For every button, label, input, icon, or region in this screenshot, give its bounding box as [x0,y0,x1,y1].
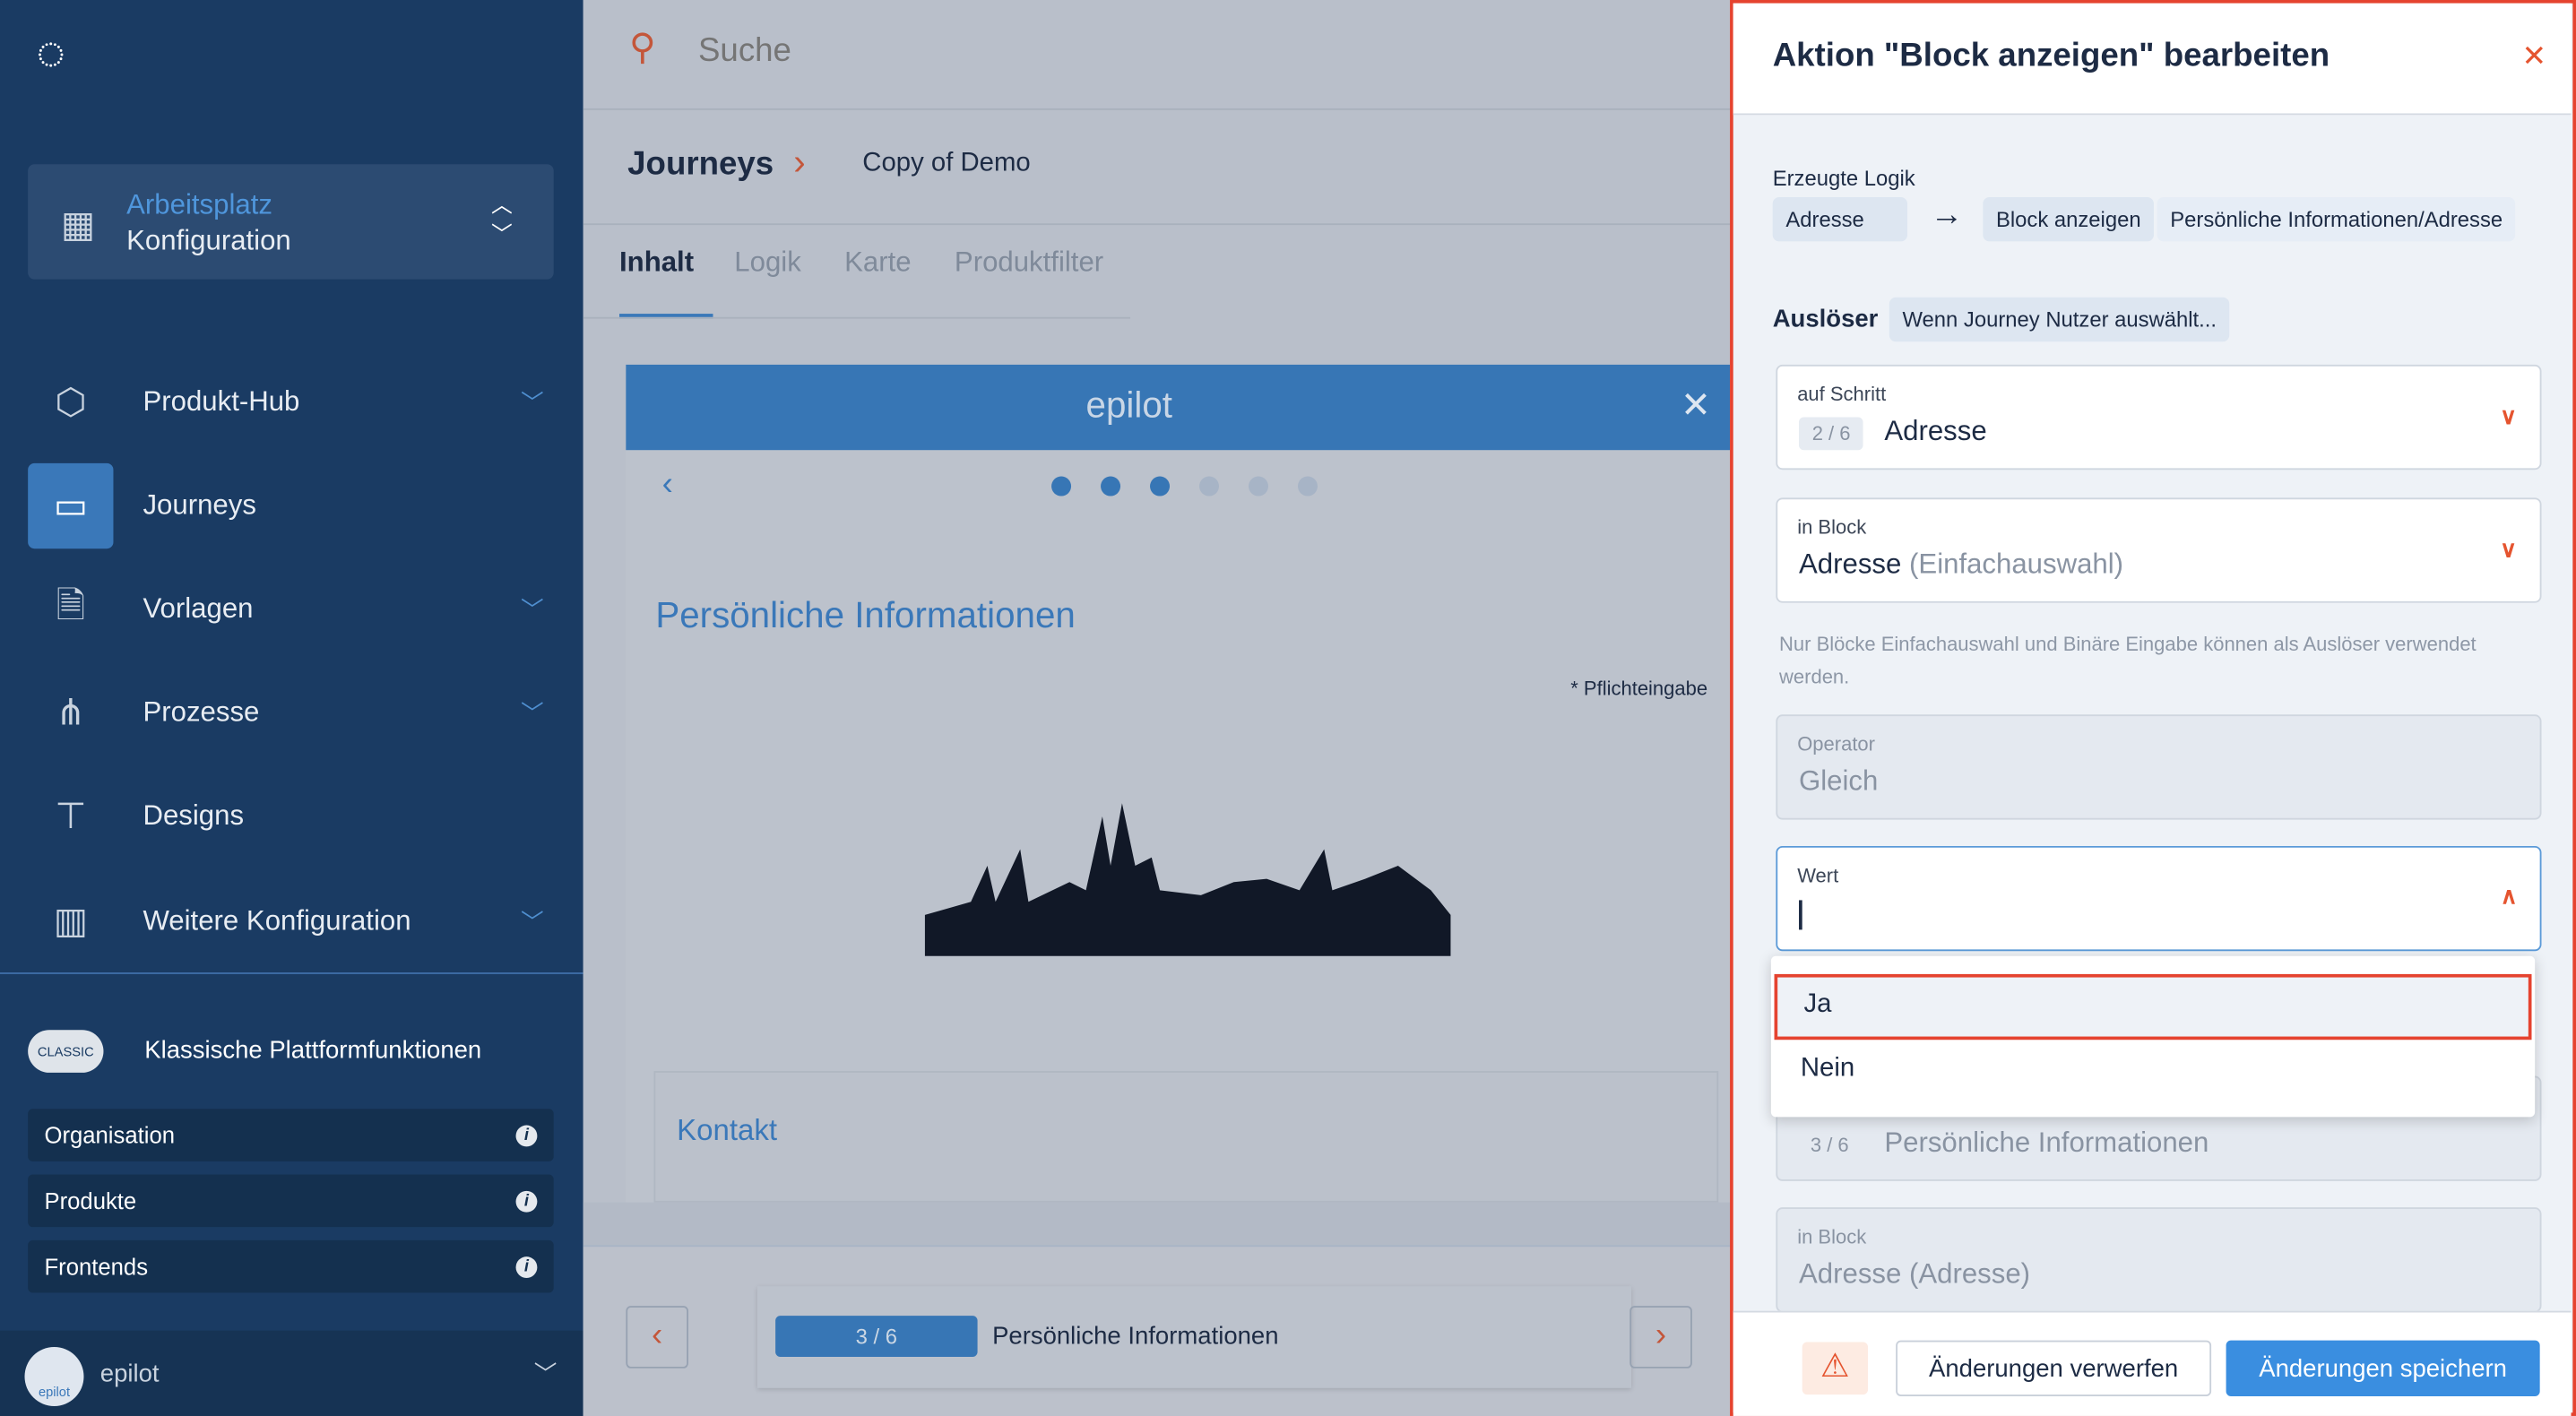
option-nein[interactable]: Nein [1801,1055,1854,1084]
sidebar-item-prozesse[interactable]: ⋔ Prozesse ﹀ [28,670,554,755]
trigger-label: Auslöser [1772,305,1879,334]
chevron-down-icon[interactable]: ﹀ [521,593,544,626]
stepper-bar: ‹ 3 / 6 Persönliche Informationen › [583,1245,1731,1416]
step-dot[interactable] [1150,476,1171,496]
sidebar-item-label: Vorlagen [143,592,254,625]
workspace-subtitle: Konfiguration [126,225,291,256]
block-select[interactable]: in Block Adresse (Einfachauswahl) ∨ [1776,497,2542,603]
journey-preview: epilot ✕ ‹ Persönliche Informationen * P… [626,364,1731,1203]
save-button[interactable]: Änderungen speichern [2226,1340,2540,1396]
chevron-down-icon[interactable]: ﹀ [521,696,544,730]
required-note: * Pflichteingabe [1570,677,1708,700]
sidebar-item-vorlagen[interactable]: 🗎 Vorlagen ﹀ [28,566,554,652]
logic-target-chip: Persönliche Informationen/Adresse [2157,196,2516,242]
section-heading: Kontakt [677,1113,778,1147]
journey-icon: ▭ [28,462,114,549]
step-dot[interactable] [1199,476,1220,496]
file-clip-icon: 🗎 [56,584,86,626]
workspace-switcher[interactable]: ▦ Arbeitsplatz Konfiguration ︿ ﹀ [28,164,554,280]
sidebar-item-label: Journeys [143,489,256,522]
step-dot[interactable] [1249,476,1268,496]
dashboard-icon: ▦ [60,203,95,246]
tab-inhalt[interactable]: Inhalt [619,246,713,319]
sidebar-item-journeys[interactable]: ▭ Journeys [28,462,554,549]
divider [0,972,583,974]
epilot-logo: epilot [1085,384,1172,426]
step-dot[interactable] [1101,476,1121,496]
chevron-down-icon: ∨ [2500,535,2518,562]
warning-icon: ⚠ [1802,1342,1869,1395]
skyline-image [924,803,1451,956]
option-ja[interactable]: Ja [1774,973,2532,1040]
close-icon[interactable]: ✕ [2522,39,2547,73]
arrow-right-icon: → [1930,196,1964,234]
paint-roller-icon: ⊤ [55,795,87,836]
sidebar-item-weitere-konfiguration[interactable]: ▥ Weitere Konfiguration ﹀ [28,879,554,964]
chevron-up-icon: ∨ [2500,885,2518,912]
breadcrumb-current: Copy of Demo [862,149,1031,177]
search-icon: ⚲ [629,26,656,68]
sidebar-item-label: Weitere Konfiguration [143,904,411,937]
next-step-button[interactable]: › [1629,1306,1692,1369]
sidebar-item-label: Designs [143,799,245,832]
step-label: Persönliche Informationen [992,1322,1279,1351]
sidebar-item-label: Produkt-Hub [143,385,300,418]
text-cursor [1799,900,1802,930]
classic-badge: CLASSIC [28,1030,104,1073]
classic-item-produkte[interactable]: Produkte i [28,1174,554,1228]
building-icon: ▥ [53,900,88,942]
edit-action-panel: Aktion "Block anzeigen" bearbeiten ✕ Erz… [1730,0,2576,1416]
logic-source-chip: Adresse [1772,196,1907,242]
cube-icon: ⬡ [55,381,87,423]
avatar: epilot [24,1346,84,1406]
info-icon[interactable]: i [515,1124,538,1146]
hierarchy-icon: ⋔ [55,691,86,733]
classic-title: Klassische Plattformfunktionen [144,1036,482,1065]
user-name: epilot [99,1360,160,1388]
step-badge: 2 / 6 [1799,417,1864,451]
tab-logik[interactable]: Logik [734,246,800,319]
panel-title: Aktion "Block anzeigen" bearbeiten [1772,38,2330,74]
logic-action-chip: Block anzeigen [1983,196,2155,242]
search-input[interactable] [697,24,1684,78]
step-select[interactable]: auf Schritt 2 / 6 Adresse ∨ [1776,364,2542,471]
value-dropdown: Ja Nein [1770,955,2536,1118]
workspace-title: Arbeitsplatz [126,188,272,220]
sidebar-item-label: Prozesse [143,696,260,728]
discard-button[interactable]: Änderungen verwerfen [1896,1340,2212,1396]
user-menu[interactable]: epilot epilot ﹀ [0,1330,583,1416]
chevron-down-icon: ∨ [2500,402,2518,429]
sidebar-item-produkt-hub[interactable]: ⬡ Produkt-Hub ﹀ [28,359,554,445]
value-select[interactable]: Wert ∨ [1776,845,2542,952]
chevron-down-icon[interactable]: ﹀ [521,905,544,938]
breadcrumb-root[interactable]: Journeys [627,146,774,184]
close-icon[interactable]: ✕ [1681,384,1711,427]
tab-produktfilter[interactable]: Produktfilter [955,246,1103,319]
step-dot[interactable] [1051,476,1072,496]
prev-step-button[interactable]: ‹ [626,1306,688,1369]
chevron-updown-icon: ︿ ﹀ [491,192,513,246]
info-icon[interactable]: i [515,1189,538,1212]
sidebar-item-designs[interactable]: ⊤ Designs [28,773,554,859]
logic-label: Erzeugte Logik [1772,166,1915,191]
chevron-down-icon: ﹀ [533,1360,558,1386]
target-block-select: in Block Adresse (Adresse) [1776,1207,2542,1313]
sidebar: ◌ ▦ Arbeitsplatz Konfiguration ︿ ﹀ ⬡ Produ… [0,0,583,1416]
chevron-right-icon: › [793,141,806,183]
info-icon[interactable]: i [515,1256,538,1278]
logo-icon[interactable]: ◌ [36,26,65,82]
step-heading: Persönliche Informationen [655,594,1076,636]
classic-item-frontends[interactable]: Frontends i [28,1239,554,1293]
step-badge: 3 / 6 [775,1316,978,1357]
classic-item-organisation[interactable]: Organisation i [28,1109,554,1161]
hint-text: Nur Blöcke Einfachauswahl und Binäre Ein… [1779,632,2477,688]
trigger-chip: Wenn Journey Nutzer auswählt... [1889,297,2230,342]
tab-karte[interactable]: Karte [844,246,911,319]
step-dot[interactable] [1297,476,1318,496]
chevron-down-icon[interactable]: ﹀ [521,386,544,419]
operator-select: Operator Gleich [1776,714,2542,820]
chevron-left-icon[interactable]: ‹ [662,467,673,505]
